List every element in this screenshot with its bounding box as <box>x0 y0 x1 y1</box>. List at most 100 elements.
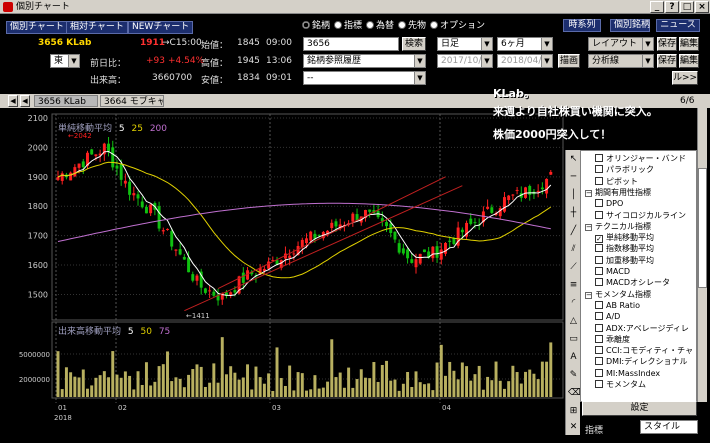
indicator-item[interactable]: MI:MassIndex <box>595 368 660 379</box>
from-date[interactable]: 2017/10/22 ▼ <box>437 54 493 68</box>
stock-news-button[interactable]: 個別銘柄 <box>610 19 650 32</box>
arc-tool-icon[interactable]: ◜ <box>568 298 579 309</box>
timeseries-button[interactable]: 時系列 <box>563 19 601 32</box>
search-button[interactable]: 検索 <box>402 37 426 51</box>
checkbox-icon[interactable] <box>595 176 603 185</box>
indicator-group[interactable]: − モメンタム指標 <box>585 289 651 300</box>
eraser-icon[interactable]: ⌫ <box>568 388 581 399</box>
checkbox-icon[interactable] <box>595 357 603 366</box>
indicator-item[interactable]: MACD <box>595 266 630 277</box>
collapse-icon[interactable]: − <box>585 189 592 197</box>
tab-klab[interactable]: 3656 KLab <box>34 95 98 107</box>
save-layout-button[interactable]: 保存 <box>657 37 677 51</box>
edit-analysis-button[interactable]: 編集 <box>679 54 699 68</box>
fibonacci-icon[interactable]: ≡ <box>568 280 579 291</box>
radio-fx[interactable]: 為替 <box>366 18 394 31</box>
indicator-item[interactable]: ✓ 単純移動平均 <box>595 232 654 244</box>
indicator-item[interactable]: A/D <box>595 311 620 322</box>
prev-tab-icon[interactable]: ◀ <box>20 95 30 107</box>
indicator-group[interactable]: − テクニカル指標 <box>585 221 651 232</box>
close-button[interactable]: × <box>695 1 709 13</box>
indicator-list[interactable]: オリンジャー・バンド パラボリック ピボット − 期間有用性指標 DPO サイコロジカルライ… <box>580 150 697 402</box>
analysis-select[interactable]: 分析線 ▼ <box>588 54 654 68</box>
help-button[interactable]: ? <box>665 1 679 13</box>
indicator-item[interactable]: MACDオシレータ <box>595 277 670 288</box>
individual-chart-button[interactable]: 個別チャート <box>6 21 68 34</box>
checkbox-icon[interactable] <box>595 334 603 343</box>
rect-tool-icon[interactable]: ▭ <box>568 334 579 345</box>
to-date[interactable]: 2018/04/22 ▼ <box>497 54 553 68</box>
style-tab[interactable]: スタイル <box>640 420 698 434</box>
radio-stock[interactable]: 銘柄 <box>302 18 330 31</box>
checkbox-icon[interactable] <box>595 368 603 377</box>
checkbox-icon[interactable] <box>595 244 603 253</box>
indicator-item[interactable]: サイコロジカルライン <box>595 210 686 221</box>
more-button[interactable]: ル>> <box>672 71 698 85</box>
market-select[interactable]: 東 ▼ <box>50 54 80 68</box>
indicator-item[interactable]: オリンジャー・バンド <box>595 153 686 164</box>
text-tool-icon[interactable]: A <box>568 352 579 363</box>
interval-select[interactable]: 日足 ▼ <box>437 37 493 51</box>
triangle-tool-icon[interactable]: △ <box>568 316 579 327</box>
radio-index[interactable]: 指標 <box>334 18 362 31</box>
indicator-item[interactable]: モメンタム <box>595 379 646 390</box>
pencil-icon[interactable]: ✎ <box>568 370 579 381</box>
checkbox-icon[interactable]: ✓ <box>595 235 603 244</box>
indicator-item[interactable]: CCI:コモディティ・チャ <box>595 345 693 356</box>
radio-options[interactable]: オプション <box>430 18 485 31</box>
checkbox-icon[interactable] <box>595 255 603 264</box>
indicator-item[interactable]: パラボリック <box>595 164 654 175</box>
third-select[interactable]: -- ▼ <box>303 71 426 85</box>
indicator-item[interactable]: DMI:ディレクショナル <box>595 356 688 367</box>
settings-button[interactable]: 設定 <box>582 401 697 416</box>
period-tool-icon[interactable]: ⊞ <box>568 406 579 417</box>
cross-tool-icon[interactable]: ┼ <box>568 208 579 219</box>
news-button[interactable]: ニュース <box>656 19 700 32</box>
fan-tool-icon[interactable]: ⟋ <box>568 262 579 273</box>
indicator-item[interactable]: 加重移動平均 <box>595 255 654 266</box>
indicator-item[interactable]: ADX:アベレージディレ <box>595 323 689 334</box>
indicator-item[interactable]: 乖離度 <box>595 334 630 345</box>
maximize-button[interactable]: □ <box>680 1 694 13</box>
checkbox-icon[interactable] <box>595 267 603 275</box>
checkbox-icon[interactable] <box>595 323 603 332</box>
indicator-item[interactable]: ピボット <box>595 176 638 187</box>
new-chart-button[interactable]: NEWチャート <box>128 21 194 34</box>
minimize-button[interactable]: _ <box>650 1 664 13</box>
layout-select[interactable]: レイアウト ▼ <box>588 37 654 51</box>
checkbox-icon[interactable] <box>595 199 603 208</box>
checkbox-icon[interactable] <box>595 300 603 309</box>
history-select[interactable]: 銘柄参照履歴 ▼ <box>303 54 426 68</box>
delete-icon[interactable]: ✕ <box>568 422 579 433</box>
sidebar-scrollbar[interactable] <box>697 108 707 402</box>
checkbox-icon[interactable] <box>595 346 603 355</box>
edit-layout-button[interactable]: 編集 <box>679 37 699 51</box>
checkbox-icon[interactable] <box>595 154 603 162</box>
checkbox-icon[interactable] <box>595 165 603 174</box>
indicator-tab-label[interactable]: 指標 <box>585 423 603 436</box>
relative-chart-button[interactable]: 相対チャート <box>66 21 128 34</box>
tab-mobcast[interactable]: 3664 モブキャ... <box>100 95 164 107</box>
first-tab-icon[interactable]: ◀ <box>8 95 18 107</box>
save-analysis-button[interactable]: 保存 <box>657 54 677 68</box>
checkbox-icon[interactable] <box>595 278 603 287</box>
indicator-group[interactable]: − 期間有用性指標 <box>585 187 651 198</box>
checkbox-icon[interactable] <box>595 380 603 388</box>
radio-futures[interactable]: 先物 <box>398 18 426 31</box>
collapse-icon[interactable]: − <box>585 223 592 231</box>
range-select[interactable]: 6ヶ月 ▼ <box>497 37 553 51</box>
vertical-line-icon[interactable]: │ <box>568 190 579 201</box>
price-chart[interactable]: 2100 2000 1900 1800 1700 1600 1500 01 02 03 04 2018… <box>0 108 565 443</box>
cursor-icon[interactable]: ↖ <box>568 154 579 165</box>
checkbox-icon[interactable] <box>595 210 603 219</box>
trend-line-icon[interactable]: ╱ <box>568 226 579 237</box>
line-tool-icon[interactable]: ─ <box>568 172 579 183</box>
channel-tool-icon[interactable]: ⫽ <box>568 244 579 255</box>
checkbox-icon[interactable] <box>595 312 603 321</box>
symbol-input[interactable]: 3656 <box>303 37 399 51</box>
indicator-item[interactable]: AB Ratio <box>595 300 640 311</box>
scroll-thumb[interactable] <box>698 168 707 288</box>
indicator-item[interactable]: DPO <box>595 198 623 209</box>
collapse-icon[interactable]: − <box>585 291 592 299</box>
draw-button[interactable]: 描画 <box>558 54 580 68</box>
